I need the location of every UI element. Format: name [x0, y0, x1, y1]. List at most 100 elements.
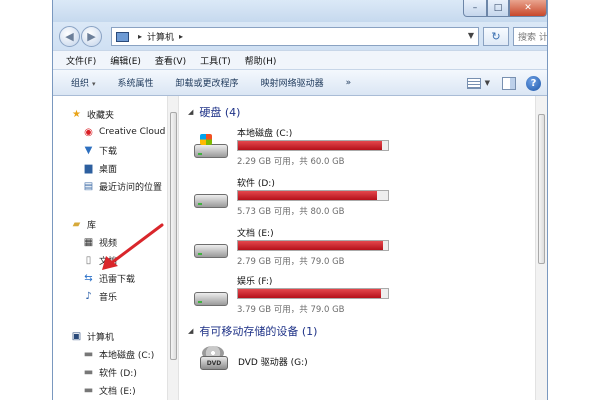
- command-bar: 组织 ▾ 系统属性 卸载或更改程序 映射网络驱动器 » ▼ ?: [53, 70, 547, 96]
- drive-icon: ▬: [83, 384, 94, 396]
- section-title: 硬盘 (4): [199, 106, 241, 119]
- close-button[interactable]: ✕: [509, 0, 547, 17]
- uninstall-program-button[interactable]: 卸载或更改程序: [176, 76, 239, 89]
- drive-usage-fill: [238, 289, 381, 298]
- sidebar-group-label: 库: [87, 220, 97, 231]
- dvd-drive[interactable]: DVD DVD 驱动器 (G:): [200, 346, 400, 376]
- sidebar-item-downloads[interactable]: ▼ 下载: [83, 142, 117, 158]
- document-library-icon: ▯: [85, 254, 92, 266]
- forward-button[interactable]: ▶: [81, 26, 102, 47]
- navigation-pane: ★ 收藏夹 ◉ Creative Cloud ▼ 下载 ▆ 桌面 ▤ 最近访问的…: [53, 96, 167, 400]
- dvd-drive-icon: DVD: [200, 346, 230, 372]
- sidebar-item-videos[interactable]: ▦ 视频: [83, 234, 117, 250]
- system-drive-icon: [194, 134, 230, 162]
- drive-name: 软件 (D:): [237, 179, 275, 189]
- sidebar-item-desktop[interactable]: ▆ 桌面: [83, 160, 117, 176]
- search-input[interactable]: 搜索 计算机: [513, 27, 547, 46]
- drive-name: DVD 驱动器 (G:): [238, 358, 308, 368]
- hard-disks-section-header[interactable]: ◢ 硬盘 (4): [188, 104, 240, 120]
- help-icon[interactable]: ?: [526, 75, 541, 91]
- sidebar-item-drive-e[interactable]: ▬ 文档 (E:): [83, 382, 136, 398]
- drive-icon: [194, 240, 230, 262]
- menu-edit[interactable]: 编辑(E): [110, 54, 141, 67]
- menu-view[interactable]: 查看(V): [155, 54, 186, 67]
- minimize-button[interactable]: –: [463, 0, 487, 17]
- sidebar-group-label: 计算机: [87, 332, 115, 343]
- change-view-icon[interactable]: [466, 77, 481, 89]
- computer-icon: ▣: [71, 330, 82, 342]
- drive-name: 本地磁盘 (C:): [237, 129, 293, 139]
- drive-icon: ▬: [83, 366, 94, 378]
- sidebar-item-label: Creative Cloud: [99, 127, 166, 137]
- drive-usage-bar: [237, 140, 389, 151]
- refresh-icon: ↻: [491, 30, 501, 43]
- drive-usage-bar: [237, 288, 389, 299]
- sidebar-item-thunder-downloads[interactable]: ⇆ 迅雷下载: [83, 270, 135, 286]
- sidebar-item-label: 音乐: [99, 292, 118, 303]
- sidebar-item-creative-cloud[interactable]: ◉ Creative Cloud: [83, 124, 165, 140]
- back-button[interactable]: ◀: [59, 26, 80, 47]
- drive-d[interactable]: 软件 (D:) 5.73 GB 可用，共 80.0 GB: [194, 176, 414, 222]
- collapse-triangle-icon[interactable]: ◢: [188, 327, 193, 335]
- sidebar-item-label: 文档: [99, 256, 118, 267]
- explorer-window: – □ ✕ ◀ ▶ ▸ 计算机 ▸ ▼ ↻ 搜索 计算机 文件(F) 编辑(E)…: [52, 0, 548, 400]
- sidebar-item-label: 本地磁盘 (C:): [99, 350, 155, 361]
- organize-label: 组织: [71, 79, 90, 89]
- sidebar-item-recent-places[interactable]: ▤ 最近访问的位置: [83, 178, 162, 194]
- drive-c[interactable]: 本地磁盘 (C:) 2.29 GB 可用，共 60.0 GB: [194, 126, 414, 172]
- sidebar-group-computer[interactable]: ▣ 计算机: [71, 328, 114, 344]
- sidebar-item-drive-c[interactable]: ▬ 本地磁盘 (C:): [83, 346, 154, 362]
- more-commands-button[interactable]: »: [346, 78, 352, 88]
- system-drive-icon: ▬: [83, 348, 94, 360]
- view-dropdown-icon[interactable]: ▼: [485, 79, 490, 87]
- drive-usage-fill: [238, 141, 383, 150]
- sidebar-item-label: 下载: [99, 146, 118, 157]
- removable-storage-section-header[interactable]: ◢ 有可移动存储的设备 (1): [188, 323, 317, 339]
- collapse-triangle-icon[interactable]: ◢: [188, 108, 193, 116]
- sidebar-item-label: 视频: [99, 238, 118, 249]
- drive-usage-fill: [238, 191, 378, 200]
- navigation-scrollbar[interactable]: [167, 96, 179, 400]
- system-properties-button[interactable]: 系统属性: [118, 76, 154, 89]
- menu-file[interactable]: 文件(F): [66, 54, 96, 67]
- maximize-button[interactable]: □: [487, 0, 509, 17]
- breadcrumb-separator[interactable]: ▸: [179, 32, 183, 41]
- sidebar-item-label: 软件 (D:): [99, 368, 137, 379]
- menu-tools[interactable]: 工具(T): [200, 54, 231, 67]
- music-library-icon: ♪: [85, 290, 92, 302]
- address-bar[interactable]: ▸ 计算机 ▸ ▼: [111, 27, 479, 46]
- main-area: ★ 收藏夹 ◉ Creative Cloud ▼ 下载 ▆ 桌面 ▤ 最近访问的…: [53, 96, 547, 400]
- drive-f[interactable]: 娱乐 (F:) 3.79 GB 可用，共 79.0 GB: [194, 274, 414, 320]
- drive-space-info: 5.73 GB 可用，共 80.0 GB: [237, 207, 345, 217]
- computer-icon: [116, 31, 129, 42]
- recent-places-icon: ▤: [83, 180, 94, 192]
- drive-space-info: 3.79 GB 可用，共 79.0 GB: [237, 305, 345, 315]
- sidebar-item-music[interactable]: ♪ 音乐: [83, 288, 117, 304]
- scrollbar-thumb[interactable]: [170, 112, 177, 360]
- preview-pane-icon[interactable]: [502, 76, 516, 90]
- organize-button[interactable]: 组织 ▾: [71, 76, 96, 89]
- menu-help[interactable]: 帮助(H): [245, 54, 277, 67]
- drive-space-info: 2.79 GB 可用，共 79.0 GB: [237, 257, 345, 267]
- breadcrumb-separator[interactable]: ▸: [138, 32, 142, 41]
- content-pane: ◢ 硬盘 (4) 本地磁盘 (C:) 2.29 GB 可用，共 60.0 GB …: [180, 96, 535, 400]
- star-icon: ★: [72, 108, 81, 120]
- sidebar-group-libraries[interactable]: ▰ 库: [71, 216, 96, 232]
- scrollbar-thumb[interactable]: [538, 114, 545, 264]
- content-scrollbar[interactable]: [535, 96, 547, 400]
- sidebar-group-favorites[interactable]: ★ 收藏夹: [71, 106, 114, 122]
- drive-icon: [194, 288, 230, 310]
- sidebar-item-documents[interactable]: ▯ 文档: [83, 252, 117, 268]
- map-network-drive-button[interactable]: 映射网络驱动器: [261, 76, 324, 89]
- sidebar-item-label: 桌面: [99, 164, 118, 175]
- menu-bar: 文件(F) 编辑(E) 查看(V) 工具(T) 帮助(H): [53, 50, 547, 70]
- video-library-icon: ▦: [83, 236, 94, 248]
- drive-e[interactable]: 文档 (E:) 2.79 GB 可用，共 79.0 GB: [194, 226, 414, 272]
- section-title: 有可移动存储的设备 (1): [199, 325, 318, 338]
- breadcrumb-computer[interactable]: 计算机: [147, 30, 174, 43]
- sidebar-item-drive-d[interactable]: ▬ 软件 (D:): [83, 364, 137, 380]
- sidebar-group-label: 收藏夹: [87, 110, 115, 121]
- drive-name: 文档 (E:): [237, 229, 274, 239]
- refresh-button[interactable]: ↻: [483, 27, 509, 46]
- address-dropdown-icon[interactable]: ▼: [468, 31, 474, 40]
